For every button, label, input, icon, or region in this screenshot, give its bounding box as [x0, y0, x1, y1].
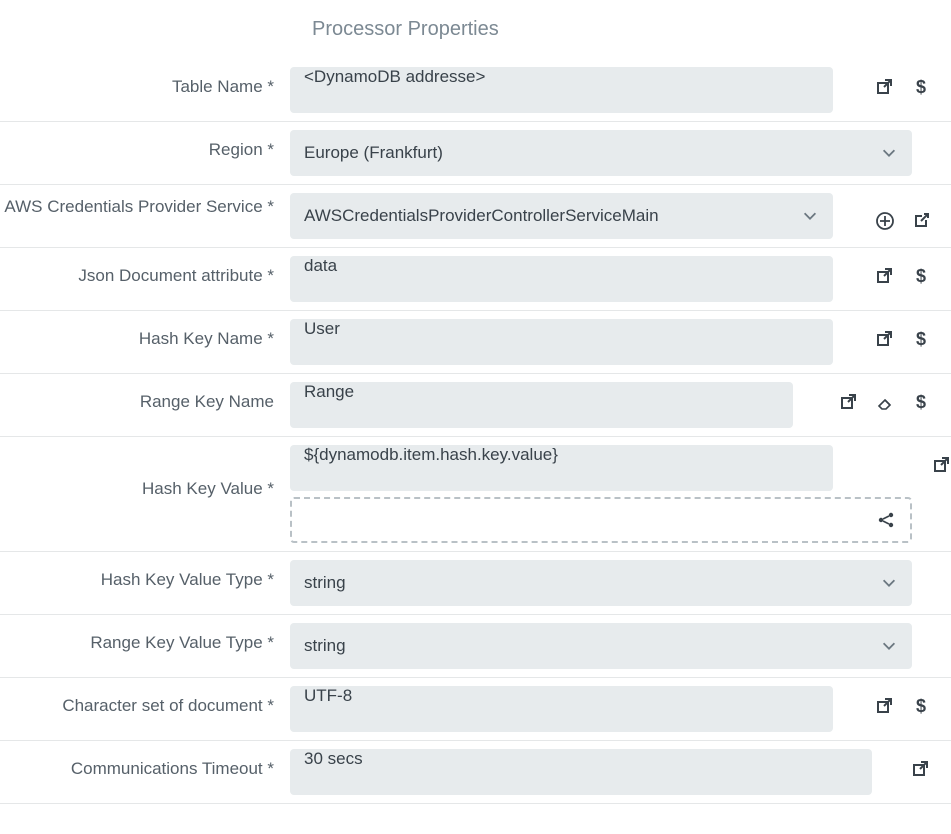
row-hash-key-name: Hash Key Name * User: [0, 311, 951, 374]
select-hash-key-type-value: string: [304, 573, 346, 593]
input-timeout[interactable]: 30 secs: [290, 749, 872, 795]
input-range-key-name[interactable]: Range: [290, 382, 793, 428]
expression-language-icon[interactable]: [911, 392, 931, 412]
label-hash-key-name: Hash Key Name *: [0, 319, 290, 349]
row-json-doc: Json Document attribute * data: [0, 248, 951, 311]
parameter-reference-box[interactable]: [290, 497, 912, 543]
select-range-key-type-value: string: [304, 636, 346, 656]
popout-icon[interactable]: [932, 455, 951, 475]
select-range-key-type[interactable]: string: [290, 623, 912, 669]
input-charset[interactable]: UTF-8: [290, 686, 833, 732]
row-table-name: Table Name * <DynamoDB addresse>: [0, 59, 951, 122]
select-credentials[interactable]: AWSCredentialsProviderControllerServiceM…: [290, 193, 833, 239]
input-json-doc[interactable]: data: [290, 256, 833, 302]
select-region[interactable]: Europe (Frankfurt): [290, 130, 912, 176]
label-credentials: AWS Credentials Provider Service *: [0, 193, 290, 217]
label-timeout: Communications Timeout *: [0, 749, 290, 779]
input-table-name[interactable]: <DynamoDB addresse>: [290, 67, 833, 113]
erase-icon[interactable]: [875, 392, 895, 412]
row-credentials: AWS Credentials Provider Service * AWSCr…: [0, 185, 951, 248]
label-range-key-type: Range Key Value Type *: [0, 623, 290, 653]
chevron-down-icon: [880, 144, 898, 162]
select-hash-key-type[interactable]: string: [290, 560, 912, 606]
select-credentials-value: AWSCredentialsProviderControllerServiceM…: [304, 206, 659, 226]
row-hash-key-type: Hash Key Value Type * string: [0, 552, 951, 615]
label-hash-key-value: Hash Key Value *: [0, 445, 290, 499]
row-hash-key-value: Hash Key Value * ${dynamodb.item.hash.ke…: [0, 437, 951, 552]
add-controller-service-icon[interactable]: [875, 211, 895, 231]
page-title: Processor Properties: [0, 0, 951, 59]
label-range-key-name: Range Key Name: [0, 382, 290, 412]
select-region-value: Europe (Frankfurt): [304, 143, 443, 163]
chevron-down-icon: [880, 574, 898, 592]
expression-language-icon[interactable]: [911, 329, 931, 349]
expression-language-icon[interactable]: [911, 77, 931, 97]
popout-icon[interactable]: [875, 696, 895, 716]
expression-language-icon[interactable]: [911, 696, 931, 716]
label-json-doc: Json Document attribute *: [0, 256, 290, 286]
label-table-name: Table Name *: [0, 67, 290, 97]
label-region: Region *: [0, 130, 290, 160]
row-range-key-name: Range Key Name Range: [0, 374, 951, 437]
chevron-down-icon: [801, 207, 819, 225]
popout-icon[interactable]: [875, 329, 895, 349]
popout-icon[interactable]: [875, 77, 895, 97]
chevron-down-icon: [880, 637, 898, 655]
row-range-key-type: Range Key Value Type * string: [0, 615, 951, 678]
input-hash-key-name[interactable]: User: [290, 319, 833, 365]
share-icon: [876, 510, 896, 530]
row-region: Region * Europe (Frankfurt): [0, 122, 951, 185]
popout-icon[interactable]: [875, 266, 895, 286]
row-charset: Character set of document * UTF-8: [0, 678, 951, 741]
input-hash-key-value[interactable]: ${dynamodb.item.hash.key.value}: [290, 445, 833, 491]
row-timeout: Communications Timeout * 30 secs: [0, 741, 951, 804]
goto-controller-service-icon[interactable]: [911, 211, 931, 231]
label-charset: Character set of document *: [0, 686, 290, 716]
popout-icon[interactable]: [911, 759, 931, 779]
label-hash-key-type: Hash Key Value Type *: [0, 560, 290, 590]
expression-language-icon[interactable]: [911, 266, 931, 286]
popout-icon[interactable]: [839, 392, 859, 412]
